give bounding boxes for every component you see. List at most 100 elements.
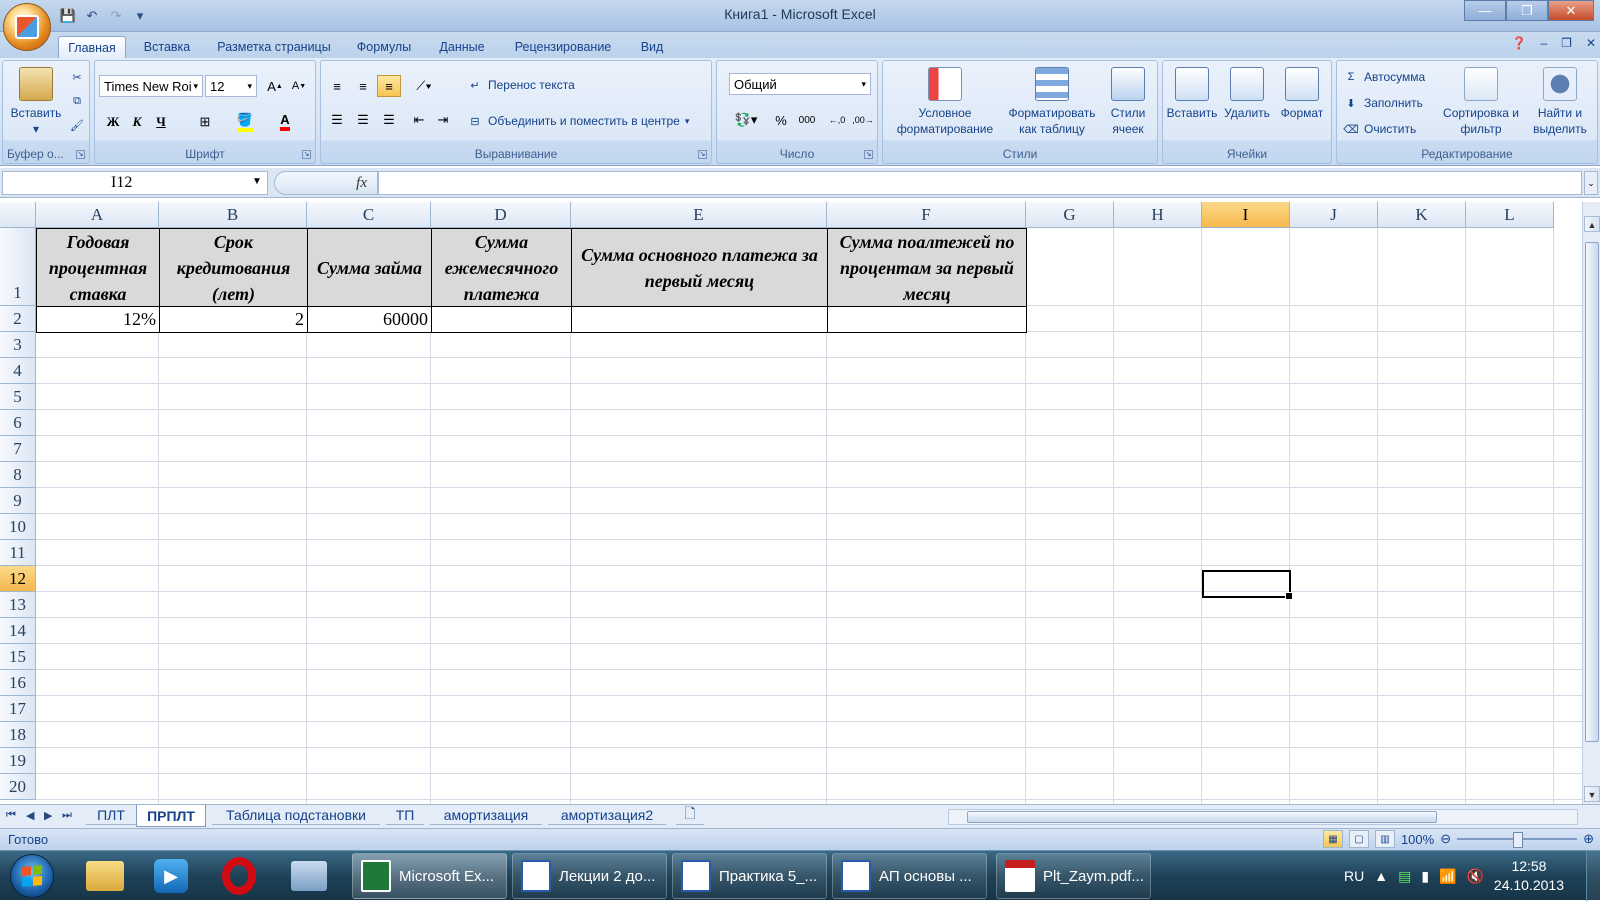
table-cell[interactable]: 60000 (307, 306, 432, 333)
row-header[interactable]: 4 (0, 358, 36, 384)
sheet-tab[interactable]: Таблица подстановки (212, 805, 380, 825)
select-all-button[interactable] (0, 202, 36, 228)
taskbar-item-excel[interactable]: Microsoft Ex... (352, 853, 507, 899)
clear-button[interactable]: ⌫ Очистить (1343, 121, 1416, 137)
sheet-tab[interactable]: амортизация (430, 805, 542, 825)
thousands-button[interactable]: 000 (795, 109, 819, 131)
dialog-launcher-icon[interactable]: ↘ (864, 150, 873, 159)
column-header[interactable]: K (1378, 202, 1466, 228)
tab-page-layout[interactable]: Разметка страницы (210, 36, 338, 58)
decrease-indent-button[interactable]: ⇤ (407, 109, 431, 131)
tab-data[interactable]: Данные (432, 36, 492, 58)
row-header[interactable]: 9 (0, 488, 36, 514)
sheet-tab[interactable]: ТП (386, 805, 424, 825)
signal-icon[interactable]: 📶 (1439, 868, 1456, 885)
show-desktop-button[interactable] (1586, 851, 1600, 901)
row-header[interactable]: 18 (0, 722, 36, 748)
font-name-combo[interactable]: Times New Roi ▾ (99, 75, 203, 97)
table-header-cell[interactable]: Сумма займа (307, 228, 432, 307)
row-header[interactable]: 7 (0, 436, 36, 462)
page-break-view-button[interactable]: ▥ (1374, 830, 1395, 848)
column-header[interactable]: I (1202, 202, 1290, 228)
clock[interactable]: 12:58 24.10.2013 (1494, 857, 1564, 895)
row-header[interactable]: 12 (0, 566, 36, 592)
column-header[interactable]: E (571, 202, 827, 228)
autosum-button[interactable]: Σ Автосумма (1343, 69, 1426, 85)
close-button[interactable]: ✕ (1548, 0, 1594, 21)
row-header[interactable]: 6 (0, 410, 36, 436)
table-header-cell[interactable]: Срок кредитования (лет) (159, 228, 308, 307)
start-button[interactable] (10, 854, 54, 898)
table-cell[interactable] (827, 306, 1027, 333)
tab-view[interactable]: Вид (632, 36, 672, 58)
page-layout-view-button[interactable]: ▢ (1348, 830, 1369, 848)
help-icon[interactable]: ❓ (1512, 36, 1527, 50)
row-header[interactable]: 3 (0, 332, 36, 358)
row-header[interactable]: 8 (0, 462, 36, 488)
restore-button[interactable]: ❐ (1506, 0, 1548, 21)
doc-restore-icon[interactable]: ❐ (1561, 36, 1572, 50)
row-header[interactable]: 19 (0, 748, 36, 774)
row-header[interactable]: 11 (0, 540, 36, 566)
dialog-launcher-icon[interactable]: ↘ (698, 150, 707, 159)
table-cell[interactable]: 12% (36, 306, 160, 333)
minimize-button[interactable]: — (1464, 0, 1506, 21)
zoom-level[interactable]: 100% (1401, 832, 1434, 847)
conditional-formatting-button[interactable]: Условное форматирование (887, 67, 1003, 137)
formula-input[interactable] (378, 171, 1582, 195)
grow-font-button[interactable]: A ▲ (263, 75, 287, 97)
row-header[interactable]: 14 (0, 618, 36, 644)
borders-button[interactable]: ⊞ (193, 111, 217, 133)
taskbar-item-word[interactable]: Практика 5_... (672, 853, 827, 899)
align-center-button[interactable]: ☰ (351, 109, 375, 131)
row-header[interactable]: 16 (0, 670, 36, 696)
wrap-text-button[interactable]: ↵ Перенос текста (467, 77, 574, 93)
scroll-down-button[interactable]: ▼ (1584, 786, 1600, 802)
doc-minimize-icon[interactable]: – (1540, 36, 1547, 50)
column-header[interactable]: J (1290, 202, 1378, 228)
table-header-cell[interactable]: Сумма поалтежей по процентам за первый м… (827, 228, 1027, 307)
increase-decimal-button[interactable]: ←,0 (825, 109, 849, 131)
align-left-button[interactable]: ☰ (325, 109, 349, 131)
expand-formula-bar-button[interactable]: ⌄ (1584, 171, 1598, 195)
format-painter-button[interactable]: 🖌 (69, 117, 85, 133)
row-header[interactable]: 10 (0, 514, 36, 540)
currency-button[interactable]: 💱▾ (729, 109, 763, 131)
merge-center-button[interactable]: ⊟ Объединить и поместить в центре ▾ (467, 113, 689, 129)
power-icon[interactable]: ▮ (1421, 868, 1429, 885)
column-header[interactable]: A (36, 202, 159, 228)
shrink-font-button[interactable]: A ▼ (287, 75, 311, 97)
table-header-cell[interactable]: Годовая процентная ставка (36, 228, 160, 307)
row-header[interactable]: 2 (0, 306, 36, 332)
sort-filter-button[interactable]: Сортировка и фильтр (1441, 67, 1521, 137)
active-cell-cursor[interactable] (1202, 570, 1293, 600)
table-cell[interactable] (571, 306, 828, 333)
tab-home[interactable]: Главная (58, 36, 126, 58)
row-header[interactable]: 5 (0, 384, 36, 410)
row-header[interactable]: 20 (0, 774, 36, 800)
column-header[interactable]: C (307, 202, 431, 228)
row-header[interactable]: 15 (0, 644, 36, 670)
align-top-button[interactable]: ≡ (325, 75, 349, 97)
number-format-combo[interactable]: Общий ▾ (729, 73, 871, 95)
column-header[interactable]: B (159, 202, 307, 228)
horizontal-scroll-thumb[interactable] (967, 811, 1437, 823)
opera-pin[interactable] (210, 855, 268, 897)
dialog-launcher-icon[interactable]: ↘ (302, 150, 311, 159)
table-header-cell[interactable]: Сумма ежемесячного платежа (431, 228, 572, 307)
format-cells-button[interactable]: Формат (1273, 67, 1331, 121)
format-as-table-button[interactable]: Форматировать как таблицу (1003, 67, 1101, 137)
spreadsheet-grid[interactable]: ABCDEFGHIJKL 1 2 3 4 5 6 7 8 9 10 11 12 13 14 15 16 17 18… (0, 202, 1582, 804)
align-right-button[interactable]: ☰ (377, 109, 401, 131)
decrease-decimal-button[interactable]: ,00→ (851, 109, 875, 131)
tab-review[interactable]: Рецензирование (506, 36, 620, 58)
horizontal-scrollbar[interactable] (948, 809, 1578, 825)
align-bottom-button[interactable]: ≡ (377, 75, 401, 97)
percent-button[interactable]: % (769, 109, 793, 131)
tray-app-icon[interactable]: ▤ (1398, 868, 1411, 885)
align-middle-button[interactable]: ≡ (351, 75, 375, 97)
tab-formulas[interactable]: Формулы (352, 36, 416, 58)
font-size-combo[interactable]: 12 ▾ (205, 75, 257, 97)
explorer-pin[interactable] (76, 855, 134, 897)
cut-button[interactable]: ✂ (69, 69, 85, 85)
